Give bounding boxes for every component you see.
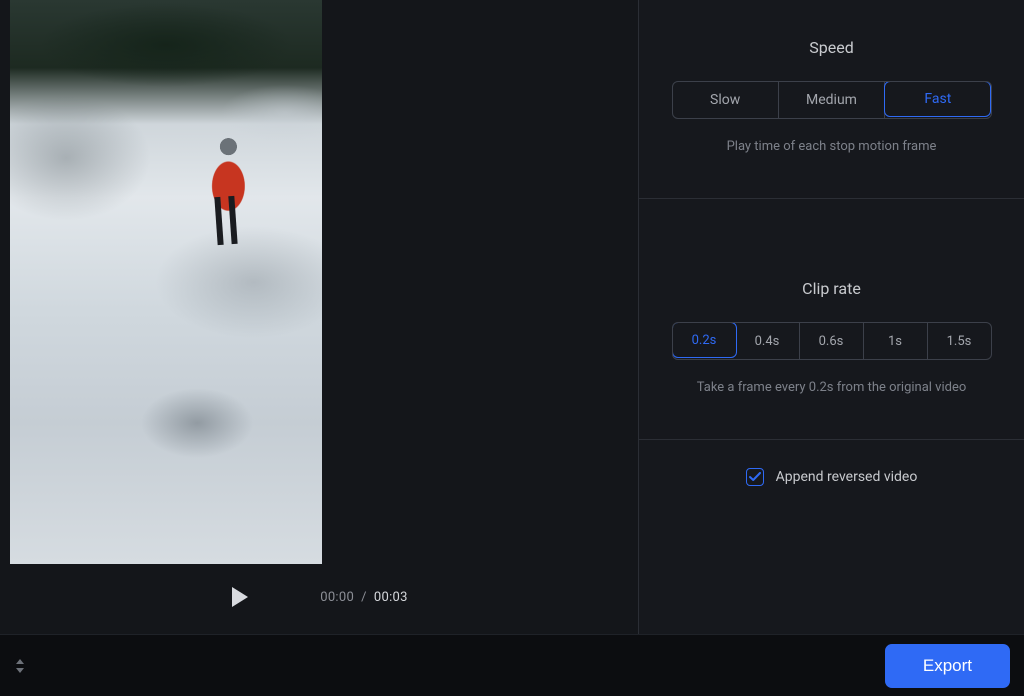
export-button[interactable]: Export [885, 644, 1010, 688]
transport-bar: 00:00 / 00:03 [0, 578, 638, 616]
video-area [0, 0, 638, 564]
play-button[interactable] [230, 586, 250, 608]
clip-rate-option[interactable]: 0.6s [800, 323, 864, 359]
current-time: 00:00 [320, 590, 354, 605]
total-time: 00:03 [374, 590, 408, 605]
speed-options: SlowMediumFast [672, 81, 992, 119]
speed-title: Speed [809, 38, 853, 57]
clip-rate-option[interactable]: 0.2s [672, 322, 737, 358]
bottom-bar: Export [0, 634, 1024, 696]
speed-option[interactable]: Medium [779, 82, 885, 118]
append-label: Append reversed video [776, 469, 918, 485]
clip-rate-option[interactable]: 1.5s [928, 323, 991, 359]
main-area: 00:00 / 00:03 Speed SlowMediumFast Play … [0, 0, 1024, 634]
clip-rate-options: 0.2s0.4s0.6s1s1.5s [672, 322, 992, 360]
clip-rate-option[interactable]: 0.4s [736, 323, 800, 359]
settings-panel: Speed SlowMediumFast Play time of each s… [638, 0, 1024, 634]
clip-rate-section: Clip rate 0.2s0.4s0.6s1s1.5s Take a fram… [639, 199, 1024, 440]
preview-pane: 00:00 / 00:03 [0, 0, 638, 634]
speed-option[interactable]: Slow [673, 82, 779, 118]
speed-section: Speed SlowMediumFast Play time of each s… [639, 0, 1024, 199]
resize-icon [15, 659, 25, 673]
append-row: Append reversed video [639, 440, 1024, 514]
resize-handle[interactable] [10, 659, 30, 673]
clip-rate-hint: Take a frame every 0.2s from the origina… [697, 380, 967, 395]
clip-rate-option[interactable]: 1s [864, 323, 928, 359]
time-separator: / [361, 590, 367, 605]
speed-option[interactable]: Fast [884, 81, 991, 117]
app-root: 00:00 / 00:03 Speed SlowMediumFast Play … [0, 0, 1024, 696]
clip-rate-title: Clip rate [802, 279, 861, 298]
check-icon [749, 472, 761, 482]
play-icon [230, 586, 250, 608]
append-checkbox[interactable] [746, 468, 764, 486]
timecode: 00:00 / 00:03 [320, 590, 408, 605]
speed-hint: Play time of each stop motion frame [727, 139, 937, 154]
video-thumbnail[interactable] [10, 0, 322, 564]
